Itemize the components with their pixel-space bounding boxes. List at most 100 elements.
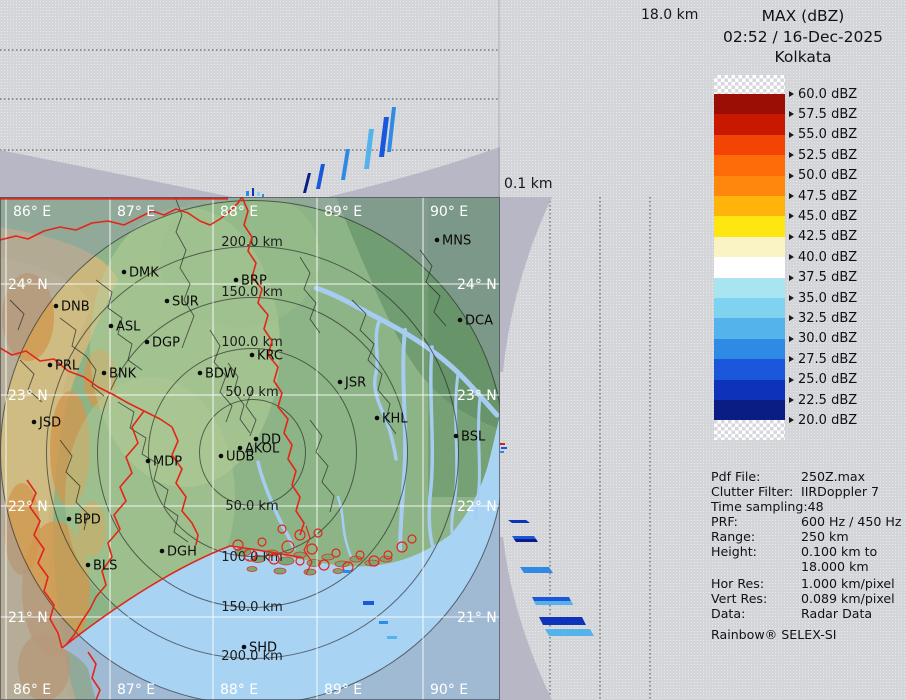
legend-band: [714, 298, 785, 319]
metadata-row: Time sampling:48: [711, 499, 903, 514]
lon-label: 86° E: [13, 682, 51, 698]
city-label: SUR: [172, 295, 199, 310]
echo-mark: [387, 636, 397, 639]
echo-bar-shade: [514, 539, 538, 542]
range-ring-label: 150.0 km: [221, 600, 283, 615]
metadata-value: 250Z.max: [801, 469, 865, 484]
city-label: DMK: [129, 266, 159, 281]
color-scale: 60.0 dBZ 57.5 dBZ 55.0 dBZ 52.5 dBZ 50.0 dBZ…: [700, 0, 906, 460]
legend-band: [714, 176, 785, 197]
city-label: MDP: [153, 455, 182, 470]
right-height-profile: [500, 197, 700, 700]
lat-label: 22° N: [457, 499, 497, 515]
metadata-label: Time sampling:: [711, 499, 808, 514]
lat-label: 24° N: [8, 277, 48, 293]
coverage-wedge-left: [0, 150, 232, 197]
tick-arrow-icon: [789, 315, 794, 321]
metadata-label: Pdf File:: [711, 469, 801, 484]
tick-label: 32.5 dBZ: [798, 311, 857, 326]
tick-arrow-icon: [789, 234, 794, 240]
legend-band: [714, 135, 785, 156]
legend-band: [714, 339, 785, 360]
metadata-row: Range:250 km: [711, 529, 903, 544]
lat-label: 23° N: [457, 388, 497, 404]
tick-arrow-icon: [789, 275, 794, 281]
height-axis-max-label: 18.0 km: [641, 7, 698, 23]
lon-label: 89° E: [324, 204, 362, 220]
tick-label: 50.0 dBZ: [798, 168, 857, 183]
tick-label: 20.0 dBZ: [798, 413, 857, 428]
tick-label: 57.5 dBZ: [798, 107, 857, 122]
metadata-value: 600 Hz / 450 Hz: [801, 514, 902, 529]
tick-arrow-icon: [789, 132, 794, 138]
tick-label: 52.5 dBZ: [798, 148, 857, 163]
legend-band: [714, 380, 785, 401]
city-label: DGP: [152, 336, 180, 351]
legend-tick: 22.5 dBZ: [789, 392, 857, 408]
city-label: PRL: [55, 359, 80, 374]
echo-bar-shade: [534, 601, 573, 605]
legend-band-above-max: [714, 75, 785, 94]
metadata-value: 0.100 km to: [801, 544, 877, 559]
lat-label: 21° N: [8, 610, 48, 626]
echo-mark: [343, 570, 351, 573]
legend-tick: 27.5 dBZ: [789, 351, 857, 367]
city-dot: [250, 353, 255, 358]
tick-arrow-icon: [789, 254, 794, 260]
legend-band: [714, 237, 785, 258]
legend-tick: 60.0 dBZ: [789, 86, 857, 102]
tick-label: 55.0 dBZ: [798, 127, 857, 142]
echo-mark: [363, 601, 374, 605]
metadata-value: 48: [808, 499, 824, 514]
radar-product-viewer: { "header": { "product": "MAX (dBZ)", "t…: [0, 0, 906, 700]
legend-band: [714, 216, 785, 237]
legend-band: [714, 359, 785, 380]
legend-tick: 50.0 dBZ: [789, 168, 857, 184]
echo-bar: [341, 149, 350, 180]
legend-band: [714, 114, 785, 135]
tick-arrow-icon: [789, 356, 794, 362]
city-label: KHL: [382, 412, 408, 427]
city-dot: [102, 371, 107, 376]
metadata-label: [711, 559, 801, 574]
metadata-row: Height:0.100 km to: [711, 544, 903, 559]
city-dot: [198, 371, 203, 376]
metadata-label: Hor Res:: [711, 576, 801, 591]
lon-label: 90° E: [430, 204, 468, 220]
city-dot: [67, 517, 72, 522]
metadata-value: 1.000 km/pixel: [801, 576, 895, 591]
metadata-label: Range:: [711, 529, 801, 544]
coverage-wedge-right: [328, 147, 500, 197]
lon-label: 88° E: [220, 204, 258, 220]
tick-arrow-icon: [789, 417, 794, 423]
range-ring-label: 50.0 km: [225, 499, 278, 514]
metadata-row: Pdf File:250Z.max: [711, 469, 903, 484]
tick-arrow-icon: [789, 295, 794, 301]
legend-panel: MAX (dBZ) 02:52 / 16-Dec-2025 Kolkata 60…: [700, 0, 906, 700]
city-dot: [86, 563, 91, 568]
city-label: BDW: [205, 367, 237, 382]
tick-label: 27.5 dBZ: [798, 352, 857, 367]
city-label: BRP: [241, 274, 267, 289]
metadata-row: Clutter Filter:IIRDoppler 7: [711, 484, 903, 499]
echo-bar: [364, 129, 374, 169]
city-dot: [160, 549, 165, 554]
echo-bar: [316, 164, 325, 189]
tick-arrow-icon: [789, 91, 794, 97]
top-height-profile: [0, 0, 500, 197]
city-label: DCA: [465, 314, 493, 329]
legend-tick: 35.0 dBZ: [789, 290, 857, 306]
city-dot: [109, 324, 114, 329]
legend-tick: 47.5 dBZ: [789, 188, 857, 204]
city-label: BLS: [93, 559, 117, 574]
legend-band: [714, 400, 785, 421]
metadata-label: Vert Res:: [711, 591, 801, 606]
city-dot: [435, 238, 440, 243]
lon-label: 87° E: [117, 204, 155, 220]
legend-tick: 37.5 dBZ: [789, 270, 857, 286]
echo-mark: [246, 191, 249, 196]
echo-mark: [379, 621, 388, 624]
tick-label: 30.0 dBZ: [798, 331, 857, 346]
city-dot: [242, 645, 247, 650]
city-label: BNK: [109, 367, 137, 382]
